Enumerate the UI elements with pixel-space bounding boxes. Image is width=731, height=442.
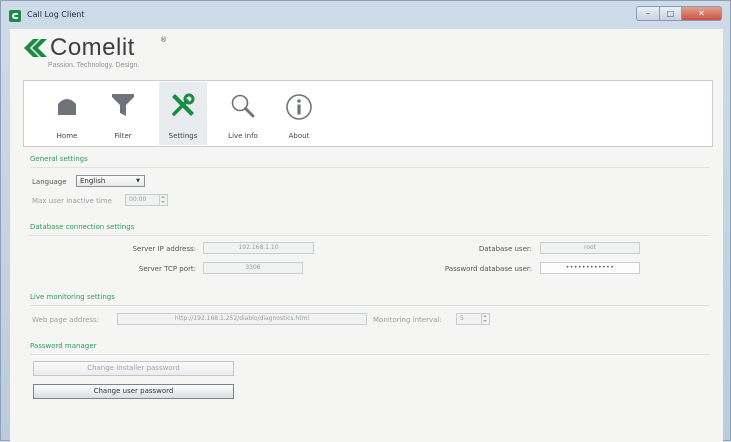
info-icon	[286, 94, 312, 120]
db-user-field[interactable]: root	[540, 242, 640, 254]
change-user-password-button[interactable]: Change user password	[33, 384, 234, 399]
inactive-time-spinner[interactable]: 00:00	[125, 194, 168, 206]
spinner-arrows-icon[interactable]	[159, 195, 167, 205]
inactive-time-value: 00:00	[129, 196, 147, 203]
title-bar[interactable]: Call Log Client – □ ✕	[1, 1, 730, 29]
home-icon	[58, 99, 76, 115]
section-password-title: Password manager	[30, 342, 97, 350]
server-tcp-field[interactable]: 3306	[203, 262, 303, 274]
toolbar-home[interactable]: Home	[43, 82, 91, 145]
spinner-arrows-icon[interactable]	[481, 314, 489, 324]
language-select-value: English	[80, 177, 106, 185]
toolbar-home-label: Home	[56, 132, 78, 140]
settings-icon	[172, 93, 195, 116]
magnifier-icon	[231, 94, 255, 118]
toolbar-live-info-label: Live info	[228, 132, 258, 140]
window-controls: – □ ✕	[636, 6, 722, 21]
toolbar-filter-label: Filter	[114, 132, 132, 140]
toolbar-about-label: About	[288, 132, 310, 140]
toolbar-filter[interactable]: Filter	[99, 82, 147, 145]
comelit-logo-icon	[24, 39, 47, 57]
brand-registered-mark: ®	[160, 36, 167, 44]
monitoring-interval-value: 5	[460, 315, 464, 322]
db-user-label: Database user:	[478, 245, 532, 253]
separator	[30, 305, 710, 306]
toolbar-settings-label: Settings	[168, 132, 198, 140]
app-icon	[9, 10, 21, 22]
web-page-field[interactable]: http://192.168.1.252/diablo/diagnostics.…	[117, 313, 367, 325]
server-ip-field[interactable]: 192.168.1.10	[203, 242, 314, 254]
close-button[interactable]: ✕	[682, 6, 722, 21]
app-window: Call Log Client – □ ✕ Comelit ® Passion.…	[0, 0, 731, 442]
language-select[interactable]: English ▼	[76, 175, 145, 187]
section-live-title: Live monitoring settings	[30, 293, 115, 301]
toolbar-about[interactable]: About	[275, 82, 323, 145]
server-tcp-label: Server TCP port:	[138, 265, 196, 273]
toolbar-settings[interactable]: Settings	[159, 82, 207, 145]
separator	[30, 354, 710, 355]
client-area: Comelit ® Passion. Technology. Design. H…	[10, 29, 723, 442]
db-password-label: Password database user:	[444, 265, 532, 273]
change-installer-password-button[interactable]: Change installer password	[33, 361, 234, 376]
minimize-button[interactable]: –	[636, 6, 660, 21]
chevron-down-icon: ▼	[136, 178, 140, 184]
separator	[30, 167, 710, 168]
language-label: Language	[32, 178, 67, 186]
separator	[30, 235, 710, 236]
monitoring-interval-label: Monitoring interval:	[373, 316, 442, 324]
inactive-time-label: Max user inactive time	[32, 197, 112, 205]
db-password-field[interactable]: ••••••••••••	[540, 262, 640, 274]
server-ip-label: Server IP address:	[132, 245, 196, 253]
main-toolbar: Home Filter Settings Live info About	[23, 80, 713, 147]
filter-icon	[112, 94, 134, 116]
toolbar-live-info[interactable]: Live info	[219, 82, 267, 145]
section-database-title: Database connection settings	[30, 223, 135, 231]
brand-tagline: Passion. Technology. Design.	[48, 62, 140, 69]
brand-name: Comelit	[50, 34, 135, 61]
web-page-label: Web page address:	[32, 316, 100, 324]
section-general-title: General settings	[30, 155, 88, 163]
window-title: Call Log Client	[27, 10, 85, 19]
maximize-button[interactable]: □	[660, 6, 682, 21]
monitoring-interval-spinner[interactable]: 5	[456, 313, 490, 325]
